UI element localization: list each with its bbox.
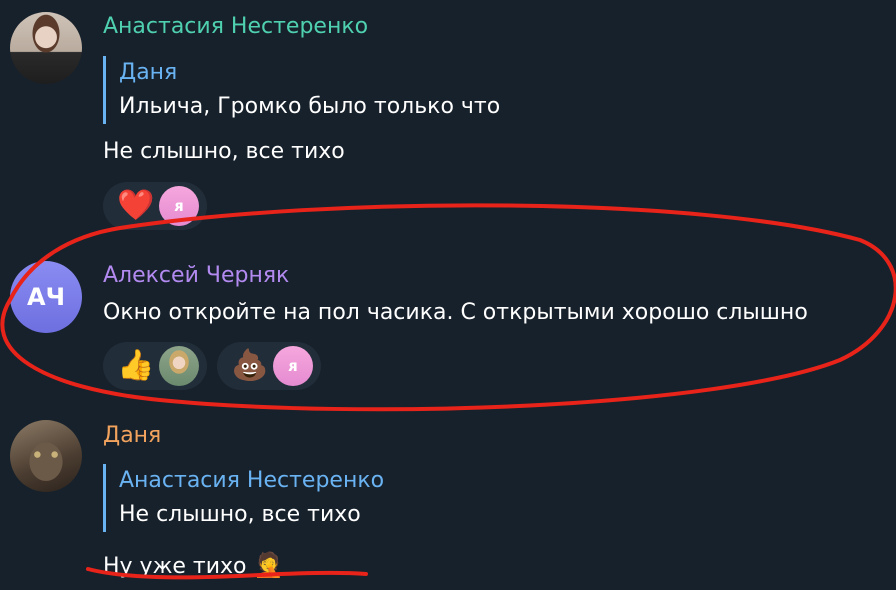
reply-author: Даня (119, 60, 178, 85)
reply-text: Не слышно, все тихо (119, 502, 361, 527)
sender-name[interactable]: Алексей Черняк (103, 263, 289, 288)
reactor-avatar-glyph: ᴙ (174, 197, 184, 215)
sender-name[interactable]: Анастасия Нестеренко (103, 14, 368, 39)
message-text: Ну уже тихо (103, 554, 247, 579)
thumbs-up-icon: 👍 (117, 348, 155, 383)
reactions-bar: 👍 💩 ᴙ (103, 342, 321, 390)
message-text: Не слышно, все тихо (103, 139, 345, 164)
reply-quote[interactable]: Анастасия Нестеренко Не слышно, все тихо (103, 464, 384, 532)
message-anastasia[interactable]: Анастасия Нестеренко Даня Ильича, Громко… (0, 0, 896, 240)
reply-author: Анастасия Нестеренко (119, 468, 385, 493)
reaction-heart[interactable]: ❤️ ᴙ (103, 182, 207, 230)
reaction-thumbs-up[interactable]: 👍 (103, 342, 207, 390)
message-text: Окно откройте на пол часика. С открытыми… (103, 300, 808, 325)
avatar-anastasia[interactable] (10, 12, 82, 84)
chat-history: Анастасия Нестеренко Даня Ильича, Громко… (0, 0, 896, 590)
reactor-avatar: ᴙ (273, 346, 313, 386)
avatar-aleksey[interactable]: АЧ (10, 261, 82, 333)
reactor-avatar: ᴙ (159, 186, 199, 226)
poop-icon: 💩 (231, 348, 269, 383)
reply-quote[interactable]: Даня Ильича, Громко было только что (103, 56, 500, 124)
message-aleksey[interactable]: АЧ Алексей Черняк Окно откройте на пол ч… (0, 245, 896, 395)
reactions-bar: ❤️ ᴙ (103, 182, 207, 230)
reactor-avatar (159, 346, 199, 386)
avatar-initials: АЧ (27, 283, 65, 311)
message-text-line: Ну уже тихо 🤦 (103, 551, 283, 579)
avatar-danya[interactable] (10, 420, 82, 492)
heart-icon: ❤️ (117, 188, 155, 223)
facepalm-icon: 🤦 (253, 551, 284, 579)
reactor-avatar-glyph: ᴙ (288, 357, 298, 375)
reply-text: Ильича, Громко было только что (119, 94, 501, 119)
sender-name[interactable]: Даня (103, 423, 161, 448)
reaction-poop[interactable]: 💩 ᴙ (217, 342, 321, 390)
message-danya[interactable]: Даня Анастасия Нестеренко Не слышно, все… (0, 410, 896, 590)
